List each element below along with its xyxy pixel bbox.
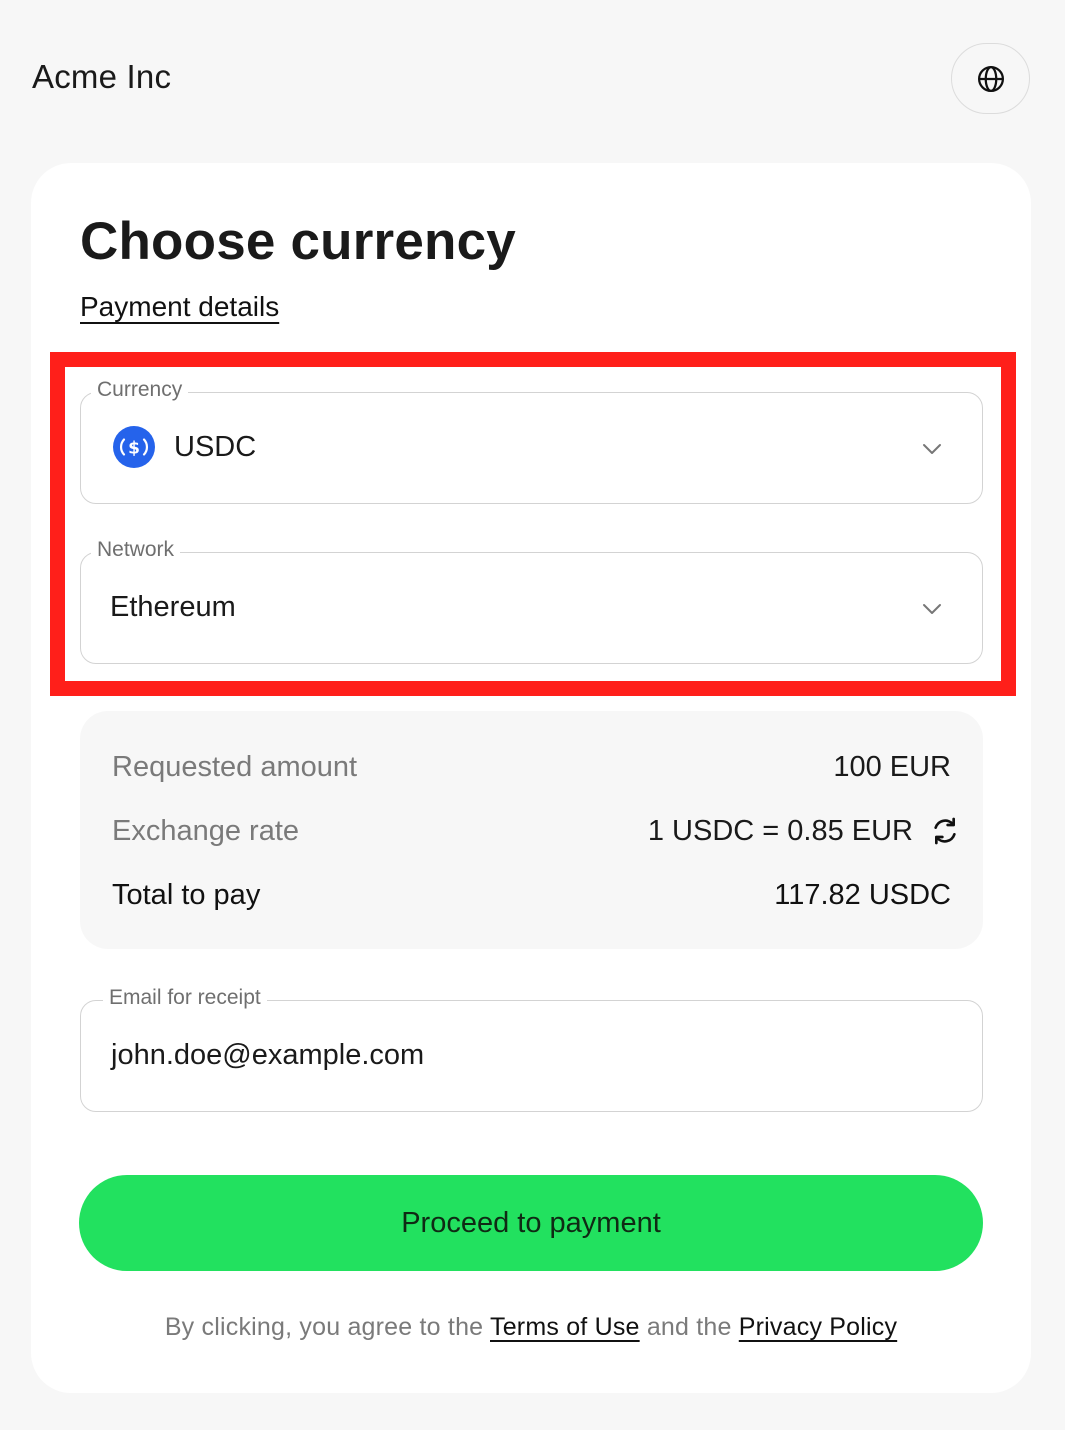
proceed-to-payment-button[interactable]: Proceed to payment bbox=[79, 1175, 983, 1271]
chevron-down-icon bbox=[923, 444, 941, 454]
total-label: Total to pay bbox=[112, 878, 261, 911]
language-button[interactable] bbox=[951, 43, 1030, 114]
refresh-icon[interactable] bbox=[929, 815, 961, 847]
exchange-rate-row: Exchange rate 1 USDC = 0.85 EUR bbox=[112, 811, 956, 851]
checkout-page: Acme Inc Choose currency Payment details… bbox=[0, 0, 1065, 1430]
network-value: Ethereum bbox=[110, 591, 236, 623]
globe-icon bbox=[977, 65, 1004, 92]
privacy-policy-link[interactable]: Privacy Policy bbox=[739, 1313, 897, 1341]
exchange-rate-group: 1 USDC = 0.85 EUR bbox=[647, 814, 956, 848]
total-value: 117.82 USDC bbox=[774, 878, 951, 911]
legal-notice: By clicking, you agree to the Terms of U… bbox=[31, 1313, 1031, 1342]
exchange-rate-label: Exchange rate bbox=[112, 814, 300, 847]
currency-label: Currency bbox=[91, 377, 189, 403]
merchant-name: Acme Inc bbox=[32, 58, 172, 95]
currency-card: Choose currency Payment details Currency… bbox=[31, 163, 1031, 1393]
network-select[interactable]: Network Ethereum bbox=[80, 537, 983, 664]
chevron-down-icon bbox=[923, 604, 941, 614]
usdc-coin-icon: $ bbox=[113, 426, 155, 468]
terms-of-use-link[interactable]: Terms of Use bbox=[490, 1313, 640, 1341]
network-label: Network bbox=[91, 537, 181, 563]
requested-amount-row: Requested amount 100 EUR bbox=[112, 747, 951, 787]
email-value[interactable]: john.doe@example.com bbox=[111, 1037, 424, 1073]
email-label: Email for receipt bbox=[103, 985, 267, 1011]
page-title: Choose currency bbox=[80, 212, 516, 271]
total-row: Total to pay 117.82 USDC bbox=[112, 875, 951, 915]
payment-summary: Requested amount 100 EUR Exchange rate 1… bbox=[80, 711, 983, 949]
legal-middle: and the bbox=[646, 1313, 732, 1341]
legal-prefix: By clicking, you agree to the bbox=[164, 1313, 484, 1341]
requested-amount-value: 100 EUR bbox=[833, 750, 951, 783]
currency-value: USDC bbox=[174, 431, 257, 463]
header: Acme Inc bbox=[0, 0, 1065, 150]
requested-amount-label: Requested amount bbox=[112, 750, 358, 783]
payment-details-link[interactable]: Payment details bbox=[80, 291, 279, 323]
svg-text:$: $ bbox=[128, 439, 140, 459]
email-field[interactable]: Email for receipt john.doe@example.com bbox=[80, 985, 983, 1112]
exchange-rate-value: 1 USDC = 0.85 EUR bbox=[647, 814, 913, 847]
currency-select[interactable]: Currency $ USDC bbox=[80, 377, 983, 504]
